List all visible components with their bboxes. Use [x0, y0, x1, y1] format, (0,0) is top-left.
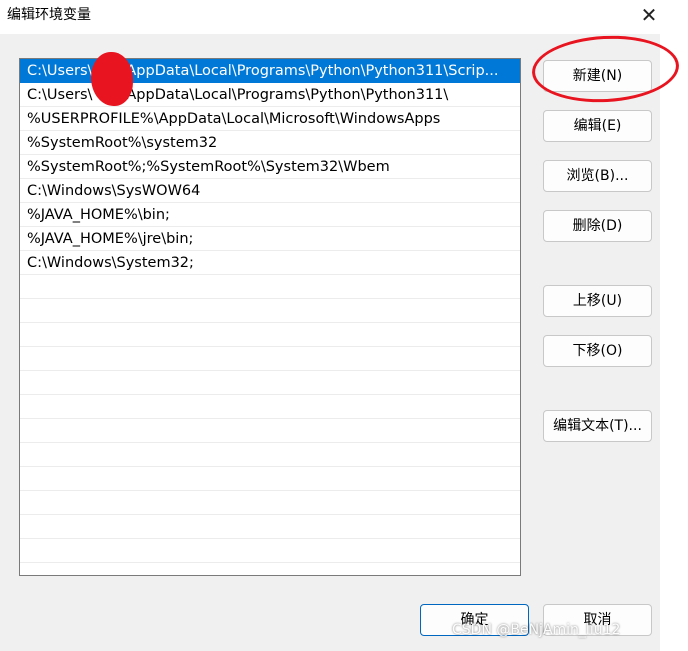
list-item-text: C:\Windows\SysWOW64	[27, 183, 201, 199]
edit-env-var-dialog: 编辑环境变量 ✕ C:\Users\ AppData\Local\Programs…	[0, 0, 688, 651]
close-icon[interactable]: ✕	[634, 2, 664, 28]
empty-row[interactable]	[20, 515, 520, 539]
list-item-prefix: C:\Users\	[27, 63, 93, 79]
empty-row[interactable]	[20, 275, 520, 299]
empty-row[interactable]	[20, 395, 520, 419]
move-down-button[interactable]: 下移(O)	[543, 335, 652, 367]
empty-row[interactable]	[20, 299, 520, 323]
empty-row[interactable]	[20, 467, 520, 491]
list-item-text: %SystemRoot%;%SystemRoot%\System32\Wbem	[27, 159, 390, 175]
move-up-button[interactable]: 上移(U)	[543, 285, 652, 317]
list-item-text: C:\Windows\System32;	[27, 255, 194, 271]
list-item-text: %JAVA_HOME%\jre\bin;	[27, 231, 194, 247]
list-item-text: %USERPROFILE%\AppData\Local\Microsoft\Wi…	[27, 111, 441, 127]
dialog-title: 编辑环境变量	[7, 7, 91, 23]
empty-row[interactable]	[20, 347, 520, 371]
list-item[interactable]: %SystemRoot%;%SystemRoot%\System32\Wbem	[20, 155, 520, 179]
list-item[interactable]: %SystemRoot%\system32	[20, 131, 520, 155]
list-item[interactable]: C:\Windows\System32;	[20, 251, 520, 275]
redaction-mark	[91, 52, 133, 106]
empty-row[interactable]	[20, 443, 520, 467]
path-list[interactable]: C:\Users\ AppData\Local\Programs\Python\P…	[19, 58, 521, 576]
edit-text-button[interactable]: 编辑文本(T)...	[543, 410, 652, 442]
empty-row[interactable]	[20, 371, 520, 395]
edit-button[interactable]: 编辑(E)	[543, 110, 652, 142]
list-item[interactable]: C:\Windows\SysWOW64	[20, 179, 520, 203]
list-item[interactable]: %USERPROFILE%\AppData\Local\Microsoft\Wi…	[20, 107, 520, 131]
empty-row[interactable]	[20, 323, 520, 347]
empty-row[interactable]	[20, 539, 520, 563]
list-item-suffix: AppData\Local\Programs\Python\Python311\…	[126, 63, 499, 79]
list-item-text: %JAVA_HOME%\bin;	[27, 207, 170, 223]
list-item-prefix: C:\Users\	[27, 87, 93, 103]
title-bar: 编辑环境变量 ✕	[0, 0, 688, 34]
empty-row[interactable]	[20, 419, 520, 443]
delete-button[interactable]: 删除(D)	[543, 210, 652, 242]
list-item[interactable]: %JAVA_HOME%\jre\bin;	[20, 227, 520, 251]
list-item-suffix: AppData\Local\Programs\Python\Python311\	[126, 87, 449, 103]
list-item[interactable]: %JAVA_HOME%\bin;	[20, 203, 520, 227]
watermark: CSDN @BeNjAmin_liu12	[452, 622, 621, 638]
list-item-text: %SystemRoot%\system32	[27, 135, 218, 151]
browse-button[interactable]: 浏览(B)...	[543, 160, 652, 192]
empty-row[interactable]	[20, 491, 520, 515]
